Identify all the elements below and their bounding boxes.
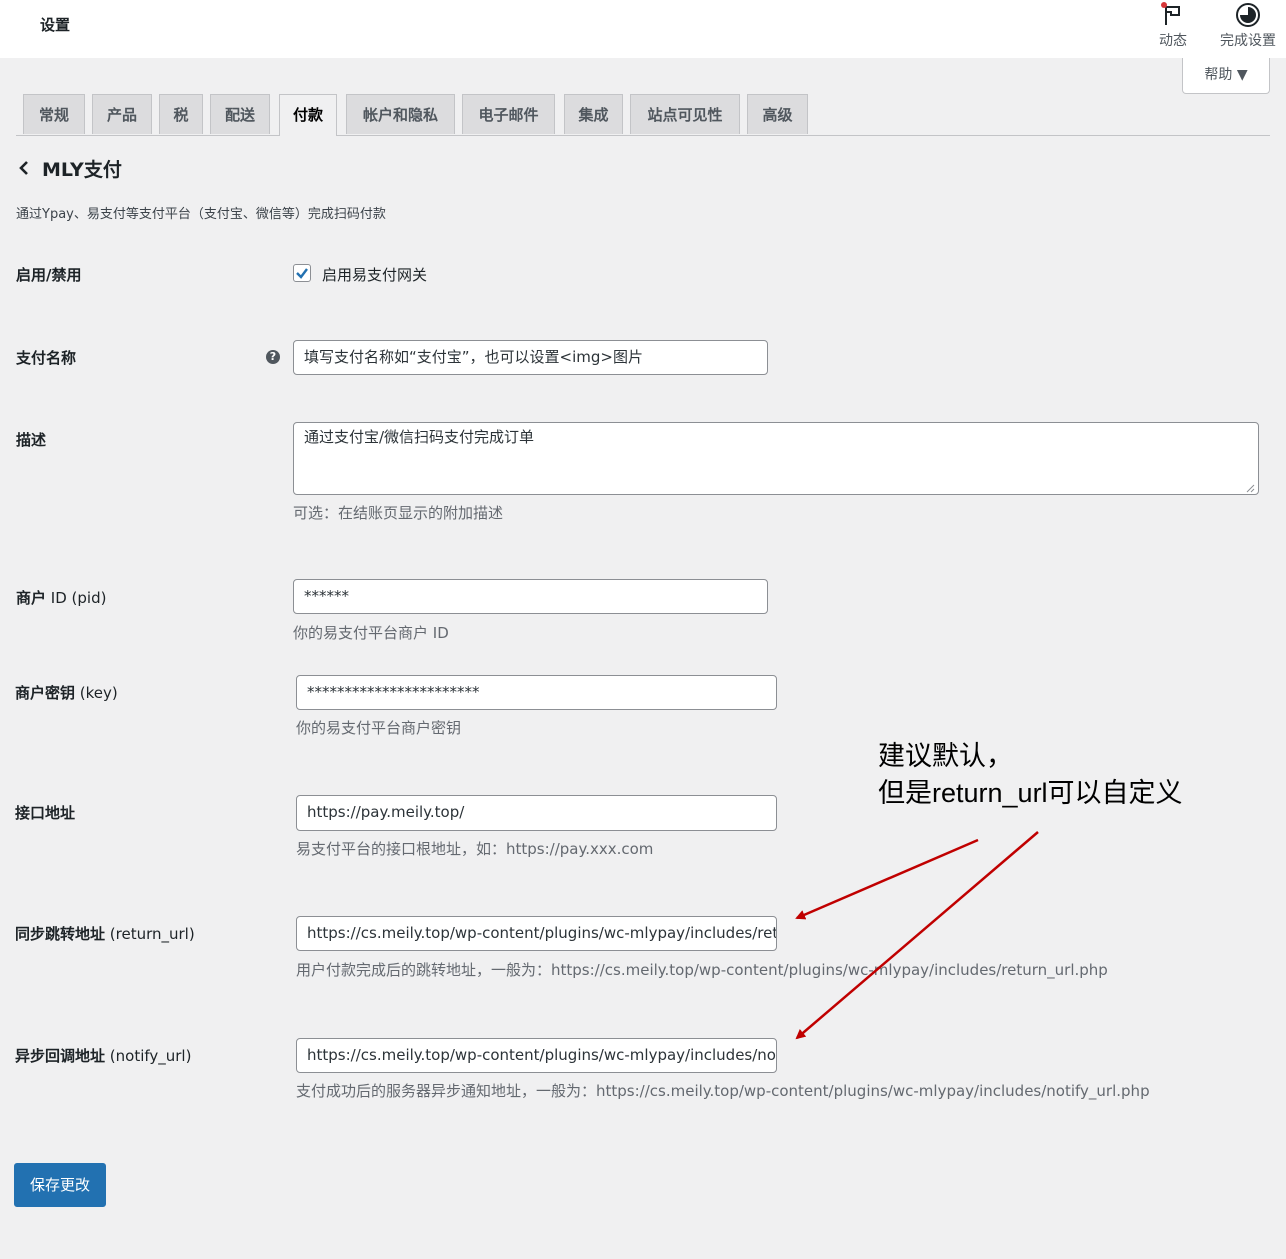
annotation-arrows [795, 831, 1039, 1040]
arrow-to-notify-url [795, 831, 1039, 1040]
